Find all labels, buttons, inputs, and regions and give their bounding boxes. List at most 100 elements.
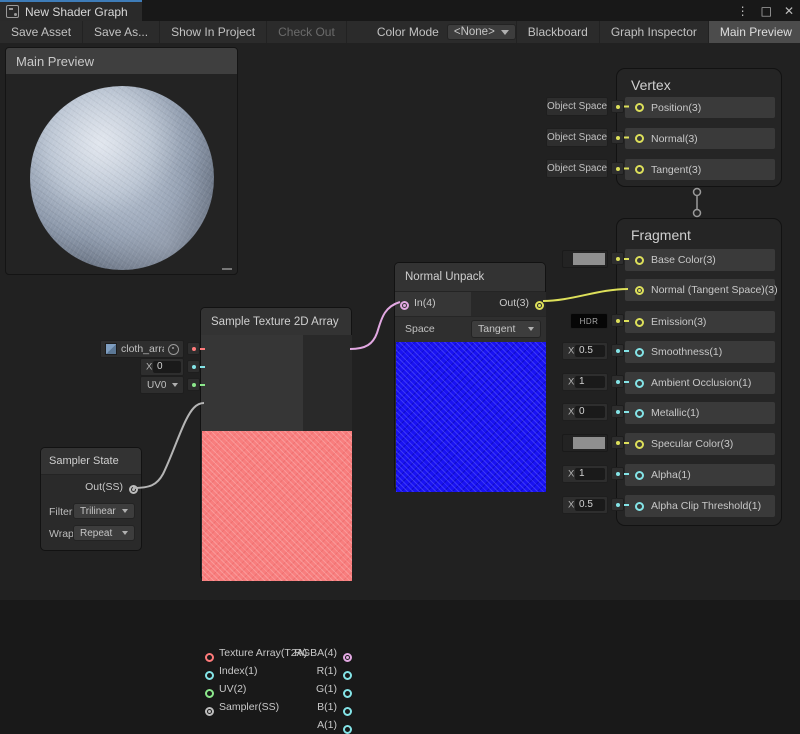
edge-connector-dot[interactable] [187,360,200,373]
edge-connector-dot[interactable] [611,405,624,418]
normal-unpack-node[interactable]: Normal Unpack In(4) Out(3) Space Tangent [394,262,546,491]
texture-array-object-field[interactable]: cloth_array [100,340,184,358]
port-b-output[interactable] [343,707,352,716]
chevron-down-icon [501,30,509,35]
port-in-input[interactable] [400,301,409,310]
index-field[interactable]: X 0 [140,358,184,376]
block-row-alpha[interactable]: Alpha(1) [625,464,775,486]
edge-connector-dot[interactable] [611,436,624,449]
float-input[interactable]: 1 [575,376,605,388]
edge-connector-dot[interactable] [611,162,624,175]
block-row-normal-ts[interactable]: Normal (Tangent Space)(3) [625,279,775,301]
object-space-selector[interactable]: Object Space [546,97,608,116]
port-alpha-input[interactable] [635,471,644,480]
vertex-node[interactable]: Vertex Position(3) Normal(3) Tangent(3) [616,68,782,187]
float-input[interactable]: 0 [153,361,181,373]
port-rgba-output[interactable] [343,653,352,662]
edge-connector-dot[interactable] [611,100,624,113]
maximize-icon[interactable]: □ [761,4,772,18]
port-specular-color-input[interactable] [635,440,644,449]
edge-connector-dot[interactable] [611,131,624,144]
port-ambient-occlusion-input[interactable] [635,379,644,388]
port-base-color-input[interactable] [635,256,644,265]
save-as-button[interactable]: Save As... [83,21,160,43]
port-g-output[interactable] [343,689,352,698]
block-row-smoothness[interactable]: Smoothness(1) [625,341,775,363]
port-metallic-input[interactable] [635,409,644,418]
edge-connector-dot[interactable] [611,252,624,265]
save-asset-button[interactable]: Save Asset [0,21,83,43]
port-r-output[interactable] [343,671,352,680]
metallic-field[interactable]: X 0 [562,403,608,421]
filter-dropdown[interactable]: Trilinear [73,503,135,519]
edge-connector-dot[interactable] [611,375,624,388]
edge-connector-dot[interactable] [187,378,200,391]
block-row-emission[interactable]: Emission(3) [625,311,775,333]
kebab-menu-icon[interactable]: ⋮ [737,4,749,18]
port-out-output[interactable] [535,301,544,310]
float-input[interactable]: 0.5 [575,345,605,357]
port-normal-input[interactable] [635,134,644,143]
port-position-input[interactable] [635,103,644,112]
wrap-dropdown[interactable]: Repeat [73,525,135,541]
uv-channel-dropdown[interactable]: UV0 [140,376,184,394]
edge-connector-dot[interactable] [611,467,624,480]
port-tangent-input[interactable] [635,165,644,174]
block-row-base-color[interactable]: Base Color(3) [625,249,775,271]
vertex-node-title: Vertex [617,69,781,93]
float-input[interactable]: 1 [575,468,605,480]
object-space-selector[interactable]: Object Space [546,128,608,147]
space-dropdown[interactable]: Tangent [471,320,541,338]
block-row-label: Alpha(1) [651,469,691,481]
port-normal-ts-input[interactable] [635,286,644,295]
specular-color-swatch[interactable] [562,434,608,452]
smoothness-field[interactable]: X 0.5 [562,342,608,360]
sample-texture-2d-array-node[interactable]: Sample Texture 2D Array Texture Array(T2… [200,307,352,580]
port-out-ss-output[interactable] [129,485,138,494]
show-in-project-button[interactable]: Show In Project [160,21,267,43]
block-row-position[interactable]: Position(3) [625,97,775,118]
edge-connector-dot[interactable] [187,342,200,355]
port-index-input[interactable] [205,671,214,680]
ambient-occlusion-field[interactable]: X 1 [562,373,608,391]
edge-connector-dot[interactable] [611,498,624,511]
port-alpha-clip-input[interactable] [635,502,644,511]
blackboard-button[interactable]: Blackboard [516,21,599,43]
port-texture-array-input[interactable] [205,653,214,662]
edge-connector-dot[interactable] [611,344,624,357]
block-row-tangent[interactable]: Tangent(3) [625,159,775,180]
main-preview-button[interactable]: Main Preview [708,21,800,43]
block-row-alpha-clip[interactable]: Alpha Clip Threshold(1) [625,495,775,517]
shader-graph-icon [6,5,19,18]
fragment-node[interactable]: Fragment Base Color(3) Normal (Tangent S… [616,218,782,526]
block-row-normal[interactable]: Normal(3) [625,128,775,149]
float-input[interactable]: 0 [575,406,605,418]
port-a-output[interactable] [343,725,352,734]
tab-new-shader-graph[interactable]: New Shader Graph [0,0,142,21]
float-input[interactable]: 0.5 [575,499,605,511]
block-row-metallic[interactable]: Metallic(1) [625,402,775,424]
main-preview-panel-header[interactable]: Main Preview [6,48,237,74]
port-sampler-input[interactable] [205,707,214,716]
check-out-button[interactable]: Check Out [267,21,347,43]
block-row-specular-color[interactable]: Specular Color(3) [625,433,775,455]
port-uv-input[interactable] [205,689,214,698]
block-row-label: Alpha Clip Threshold(1) [651,500,761,512]
sampler-state-node[interactable]: Sampler State Out(SS) Filter Trilinear W… [40,447,142,551]
panel-resize-handle[interactable] [222,268,232,270]
alpha-field[interactable]: X 1 [562,465,608,483]
block-row-ambient-occlusion[interactable]: Ambient Occlusion(1) [625,372,775,394]
close-icon[interactable]: ✕ [784,4,794,18]
object-picker-icon[interactable] [168,344,179,355]
alpha-clip-field[interactable]: X 0.5 [562,496,608,514]
port-smoothness-input[interactable] [635,348,644,357]
block-row-label: Specular Color(3) [651,438,733,450]
shader-preview-sphere[interactable] [30,86,214,270]
emission-hdr-swatch[interactable]: HDR [570,313,608,329]
object-space-selector[interactable]: Object Space [546,159,608,178]
base-color-swatch[interactable] [562,250,608,268]
graph-inspector-button[interactable]: Graph Inspector [599,21,708,43]
color-mode-dropdown[interactable]: <None> [447,24,516,40]
port-emission-input[interactable] [635,318,644,327]
edge-connector-dot[interactable] [611,314,624,327]
